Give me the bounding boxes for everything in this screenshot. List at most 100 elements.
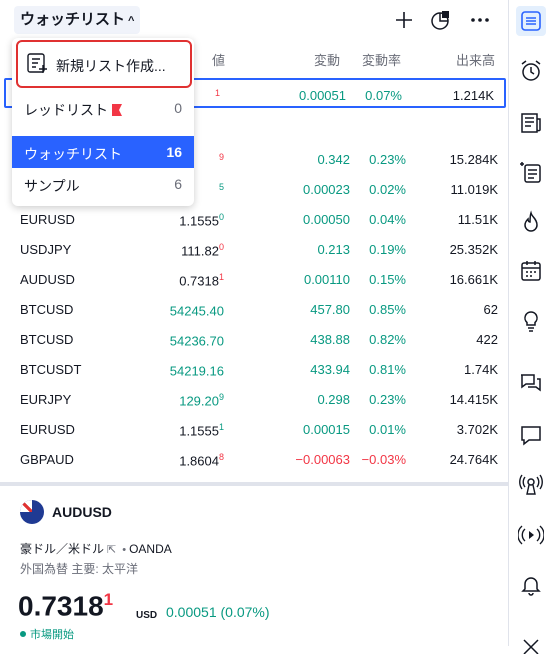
row-last-main: 54245.40: [169, 303, 224, 319]
table-row[interactable]: EURJPY 129.209 0.298 0.23% 14.415K: [0, 384, 508, 414]
row-last-main: 111.82: [181, 243, 219, 259]
symbol-detail: AUDUSD 豪ドル／米ドル ⇱ • OANDA 外国為替 主要: 太平洋 0.731…: [0, 486, 508, 646]
row-last-sup: 1: [218, 272, 224, 282]
calendar-button[interactable]: [516, 256, 546, 286]
row-volume: 25.352K: [449, 242, 498, 257]
row-change-pct: 0.23%: [369, 152, 406, 167]
row-volume: 11.51K: [457, 212, 498, 227]
detail-category: 外国為替 主要: 太平洋: [20, 562, 139, 576]
row-change-pct: 0.19%: [369, 242, 406, 257]
detail-change: 0.00051 (0.07%): [166, 604, 270, 620]
bell-icon: [521, 577, 541, 596]
streams-button[interactable]: [516, 470, 546, 500]
table-row[interactable]: BTCUSD 54236.70 438.88 0.82% 422: [0, 324, 508, 354]
row-symbol: BTCUSD: [20, 302, 74, 317]
list-item-watchlist[interactable]: ウォッチリスト 16: [12, 136, 194, 168]
detail-price-sup: 1: [103, 590, 114, 609]
col-change-pct[interactable]: 変動率: [362, 50, 401, 69]
col-volume[interactable]: 出来高: [456, 50, 495, 69]
watchlist-selector-button[interactable]: ウォッチリスト ^: [14, 6, 141, 34]
table-row[interactable]: BTCUSD 54245.40 457.80 0.85% 62: [0, 294, 508, 324]
row-volume: 422: [476, 332, 498, 347]
close-icon: [523, 639, 539, 654]
row-last-price: 1.15550: [179, 212, 224, 228]
table-row[interactable]: EURUSD 1.15551 0.00015 0.01% 3.702K: [0, 414, 508, 444]
list-item-count: 16: [166, 144, 182, 160]
row-last-price: 9: [219, 152, 224, 168]
chats-icon: [521, 374, 541, 392]
detail-symbol[interactable]: AUDUSD: [52, 504, 112, 520]
row-last-price: 129.209: [179, 392, 224, 408]
hotlists-button[interactable]: [516, 208, 546, 238]
chats-button[interactable]: [516, 368, 546, 398]
status-dot-icon: [20, 631, 26, 637]
list-item-red-list[interactable]: レッドリスト 0: [12, 92, 194, 124]
ideas-button[interactable]: [516, 306, 546, 336]
watchlist-header: ウォッチリスト ^: [0, 0, 508, 40]
calendar-icon: [521, 261, 541, 281]
row-last-price: 5: [219, 182, 224, 198]
row-volume: 24.764K: [449, 452, 498, 467]
detail-exchange[interactable]: OANDA: [129, 542, 172, 556]
col-last[interactable]: 値: [212, 50, 225, 69]
row-last-sup: 0: [218, 242, 224, 252]
red-flag-icon: [112, 104, 122, 116]
detail-name: 豪ドル／米ドル ⇱ • OANDA: [20, 540, 172, 557]
more-options-button[interactable]: [468, 8, 492, 32]
row-last-price: 54236.70: [170, 332, 224, 348]
row-change: 0.213: [317, 242, 350, 257]
market-status: 市場開始: [20, 626, 74, 642]
collapse-button[interactable]: [516, 626, 546, 656]
row-volume: 1.74K: [464, 362, 498, 377]
row-last-main: 54219.16: [169, 363, 224, 379]
plus-icon: [396, 12, 412, 28]
data-window-button[interactable]: [516, 158, 546, 188]
col-change[interactable]: 変動: [314, 50, 340, 69]
pie-chart-icon: [431, 11, 449, 30]
watchlist-icon: [521, 11, 541, 31]
row-change: −0.00063: [295, 452, 350, 467]
row-symbol: GBPAUD: [20, 452, 74, 467]
row-symbol: USDJPY: [20, 242, 72, 257]
row-last-main: 54236.70: [169, 333, 224, 349]
new-list-icon: [27, 53, 47, 73]
table-row[interactable]: GBPAUD 1.86048 −0.00063 −0.03% 24.764K: [0, 444, 508, 474]
chat-bubble-icon: [521, 426, 541, 446]
create-new-list-item[interactable]: 新規リスト作成...: [16, 40, 192, 88]
broadcast-button[interactable]: [516, 520, 546, 550]
news-button[interactable]: [516, 108, 546, 138]
row-volume: 62: [483, 302, 498, 317]
row-change: 433.94: [310, 362, 350, 377]
australia-flag-icon: [20, 500, 44, 524]
table-row[interactable]: BTCUSDT 54219.16 433.94 0.81% 1.74K: [0, 354, 508, 384]
list-item-label: ウォッチリスト: [24, 146, 122, 162]
row-last-price: 1.86048: [179, 452, 224, 468]
row-last-sup: 1: [218, 422, 224, 432]
table-row[interactable]: USDJPY 111.820 0.213 0.19% 25.352K: [0, 234, 508, 264]
row-symbol: EURUSD: [20, 422, 75, 437]
data-window-icon: [520, 162, 541, 183]
list-item-sample[interactable]: サンプル 6: [12, 168, 194, 200]
row-symbol: EURJPY: [20, 392, 72, 407]
row-last-price: 54245.40: [170, 302, 224, 318]
row-last-sup: 5: [218, 182, 224, 192]
row-last-price: 1: [215, 88, 220, 104]
row-change-pct: 0.07%: [365, 88, 402, 103]
external-link-icon[interactable]: ⇱: [107, 544, 116, 556]
row-symbol: BTCUSD: [20, 332, 74, 347]
table-row[interactable]: AUDUSD 0.73181 0.00110 0.15% 16.661K: [0, 264, 508, 294]
row-volume: 16.661K: [449, 272, 498, 287]
alerts-button[interactable]: [516, 56, 546, 86]
notifications-button[interactable]: [516, 570, 546, 600]
alarm-clock-icon: [521, 60, 541, 81]
messages-button[interactable]: [516, 420, 546, 450]
add-symbol-button[interactable]: [392, 8, 416, 32]
row-last-main: 1.1555: [179, 213, 219, 229]
watchlist-tool-button[interactable]: [516, 6, 546, 36]
list-item-label: サンプル: [24, 178, 80, 194]
table-row[interactable]: EURUSD 1.15550 0.00050 0.04% 11.51K: [0, 204, 508, 234]
row-change-pct: 0.82%: [369, 332, 406, 347]
advanced-view-button[interactable]: [428, 8, 452, 32]
detail-pair-name: 豪ドル／米ドル: [20, 542, 105, 556]
list-item-count: 0: [174, 100, 182, 116]
